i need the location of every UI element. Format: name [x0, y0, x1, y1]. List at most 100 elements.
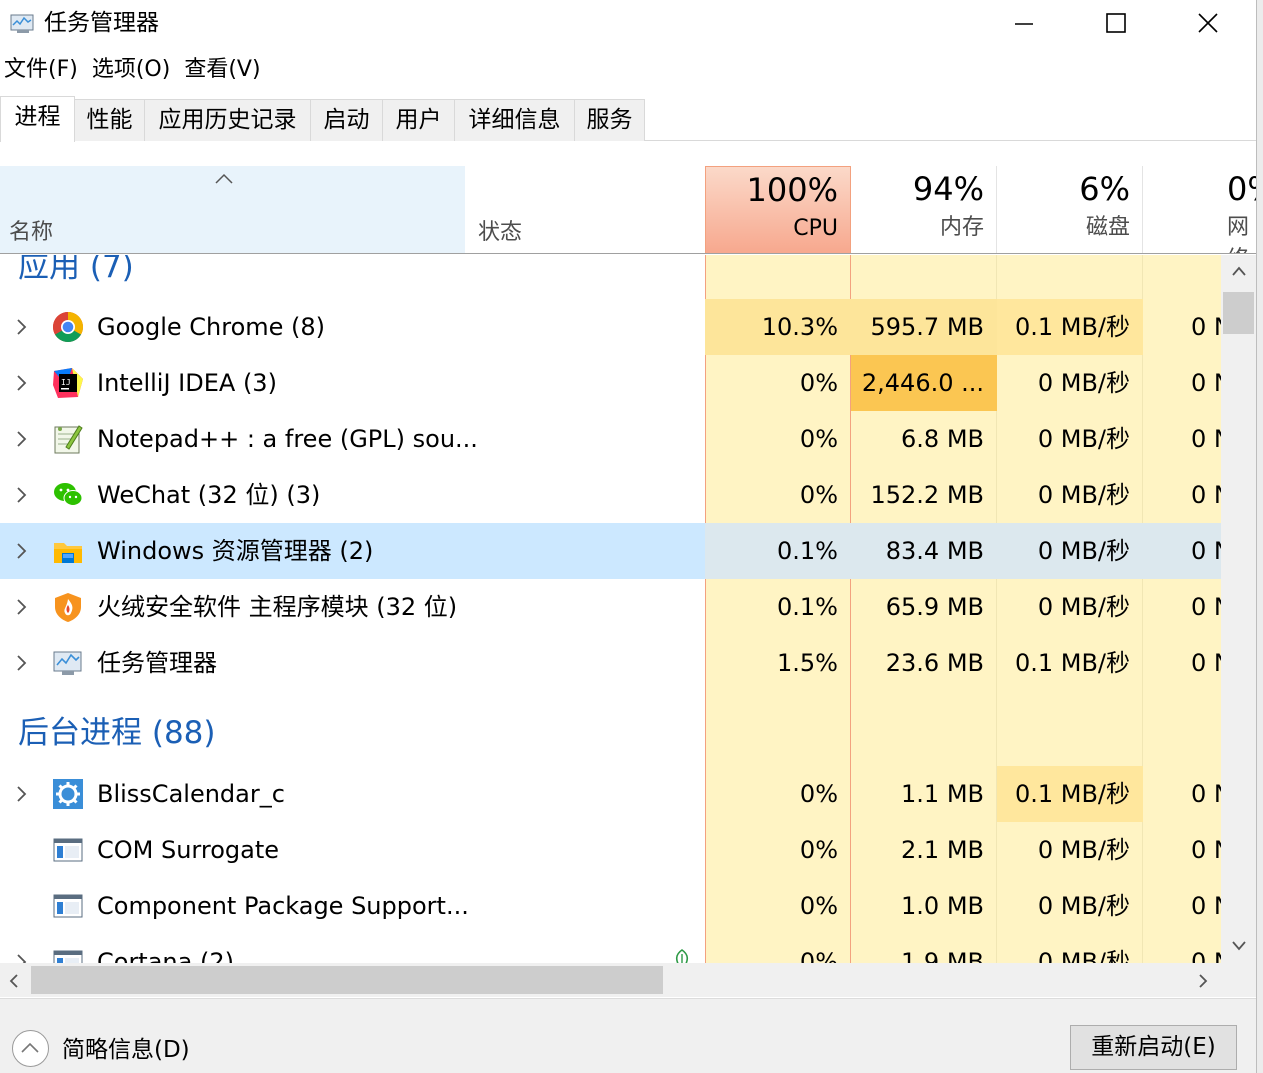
- process-name: 火绒安全软件 主程序模块 (32 位): [97, 593, 458, 621]
- memory-value: 23.6 MB: [885, 649, 984, 677]
- disk-label: 磁盘: [1085, 215, 1130, 240]
- memory-value: 2.1 MB: [901, 836, 984, 864]
- chevron-right-icon[interactable]: [12, 315, 32, 339]
- cpu-value: 0%: [799, 892, 838, 920]
- restart-button[interactable]: 重新启动(E): [1070, 1025, 1237, 1070]
- tab-app-history[interactable]: 应用历史记录: [144, 99, 311, 141]
- title-bar: 任务管理器: [0, 0, 1256, 46]
- tab-startup[interactable]: 启动: [310, 99, 383, 141]
- scroll-right-icon[interactable]: [1195, 972, 1211, 994]
- disk-value: 0 MB/秒: [1037, 481, 1130, 509]
- chevron-right-icon[interactable]: [12, 539, 32, 563]
- process-row-selected[interactable]: Windows 资源管理器 (2) 0.1% 83.4 MB 0 MB/秒 0 …: [0, 523, 1221, 579]
- vertical-scrollbar[interactable]: [1221, 255, 1256, 964]
- cpu-value: 0%: [799, 369, 838, 397]
- network-value: 0 N: [1191, 537, 1221, 565]
- sort-ascending-icon: [212, 170, 236, 190]
- chevron-right-icon[interactable]: [12, 483, 32, 507]
- disk-value: 0 MB/秒: [1037, 836, 1130, 864]
- chevron-right-icon[interactable]: [12, 651, 32, 675]
- close-button[interactable]: [1162, 0, 1254, 46]
- network-value: 0 N: [1191, 593, 1221, 621]
- chevron-right-icon[interactable]: [12, 427, 32, 451]
- tab-details[interactable]: 详细信息: [454, 99, 575, 141]
- horizontal-scrollbar[interactable]: [0, 963, 1221, 997]
- column-memory[interactable]: 94% 内存: [851, 166, 997, 253]
- task-manager-icon: [52, 647, 84, 679]
- window-edge: [1256, 0, 1263, 1073]
- scrollbar-corner: [1221, 963, 1256, 997]
- memory-value: 595.7 MB: [851, 299, 997, 355]
- gear-icon: [52, 778, 84, 810]
- process-row[interactable]: 任务管理器 1.5% 23.6 MB 0.1 MB/秒 0 N: [0, 635, 1221, 691]
- tab-processes[interactable]: 进程: [0, 96, 75, 142]
- column-name-label: 名称: [9, 220, 54, 245]
- tab-performance[interactable]: 性能: [74, 99, 145, 141]
- menu-options[interactable]: 选项(O): [88, 52, 176, 88]
- task-manager-icon: [10, 12, 38, 34]
- menu-view[interactable]: 查看(V): [180, 52, 266, 88]
- maximize-button[interactable]: [1070, 0, 1162, 46]
- memory-value: 83.4 MB: [885, 537, 984, 565]
- window-icon: [52, 890, 84, 922]
- cpu-value: 0%: [799, 780, 838, 808]
- memory-total: 94%: [912, 170, 984, 208]
- folder-icon: [52, 535, 84, 567]
- chevron-right-icon[interactable]: [12, 371, 32, 395]
- chevron-up-icon[interactable]: [12, 1030, 49, 1067]
- network-value: 0 N: [1191, 836, 1221, 864]
- process-name: Cortana (2): [97, 948, 234, 963]
- minimize-button[interactable]: [978, 0, 1070, 46]
- horizontal-scroll-thumb[interactable]: [31, 966, 663, 994]
- scroll-left-icon[interactable]: [6, 972, 22, 994]
- tab-services[interactable]: 服务: [574, 99, 645, 141]
- process-row[interactable]: Cortana (2) 0% 1.9 MB 0 MB/秒 0 N: [0, 934, 1221, 963]
- column-disk[interactable]: 6% 磁盘: [997, 166, 1143, 253]
- window-icon: [52, 946, 84, 963]
- chevron-right-icon[interactable]: [12, 782, 32, 806]
- memory-value: 152.2 MB: [870, 481, 984, 509]
- process-row[interactable]: Notepad++ : a free (GPL) sou... 0% 6.8 M…: [0, 411, 1221, 467]
- disk-value: 0 MB/秒: [1037, 425, 1130, 453]
- process-name: 任务管理器: [97, 649, 217, 677]
- scroll-up-icon[interactable]: [1229, 263, 1249, 283]
- process-name: Windows 资源管理器 (2): [97, 537, 374, 565]
- column-name[interactable]: 名称: [0, 166, 465, 253]
- process-name: Google Chrome (8): [97, 313, 326, 341]
- network-value: 0 N: [1191, 780, 1221, 808]
- memory-value: 1.1 MB: [901, 780, 984, 808]
- process-row[interactable]: Google Chrome (8) 10.3% 595.7 MB 0.1 MB/…: [0, 299, 1221, 355]
- process-name: BlissCalendar_c: [97, 780, 285, 808]
- process-row[interactable]: 火绒安全软件 主程序模块 (32 位) 0.1% 65.9 MB 0 MB/秒 …: [0, 579, 1221, 635]
- network-value: 0 N: [1191, 948, 1221, 963]
- fewer-details-link[interactable]: 简略信息(D): [62, 1033, 190, 1067]
- chevron-right-icon[interactable]: [12, 950, 32, 963]
- group-apps-title: 应用 (7): [18, 255, 134, 285]
- column-network[interactable]: 0% 网络: [1143, 166, 1256, 253]
- menu-file[interactable]: 文件(F): [0, 52, 84, 88]
- disk-value: 0.1 MB/秒: [997, 766, 1143, 822]
- cpu-value: 0%: [799, 836, 838, 864]
- process-row[interactable]: WeChat (32 位) (3) 0% 152.2 MB 0 MB/秒 0 N: [0, 467, 1221, 523]
- column-status[interactable]: 状态: [478, 214, 522, 246]
- process-row[interactable]: IJ IntelliJ IDEA (3) 0% 2,446.0 ... 0 MB…: [0, 355, 1221, 411]
- process-row[interactable]: COM Surrogate 0% 2.1 MB 0 MB/秒 0 N: [0, 822, 1221, 878]
- memory-value: 65.9 MB: [885, 593, 984, 621]
- memory-value: 6.8 MB: [901, 425, 984, 453]
- process-name: Component Package Support...: [97, 892, 469, 920]
- cpu-value: 1.5%: [777, 649, 838, 677]
- process-name: COM Surrogate: [97, 836, 280, 864]
- tab-users[interactable]: 用户: [382, 99, 455, 141]
- process-row[interactable]: BlissCalendar_c 0% 1.1 MB 0.1 MB/秒 0 N: [0, 766, 1221, 822]
- network-label: 网络: [1227, 215, 1250, 253]
- scroll-down-icon[interactable]: [1229, 938, 1249, 958]
- process-name: IntelliJ IDEA (3): [97, 369, 277, 397]
- huorong-icon: [52, 591, 84, 623]
- process-row[interactable]: Component Package Support... 0% 1.0 MB 0…: [0, 878, 1221, 934]
- memory-label: 内存: [939, 215, 984, 240]
- vertical-scroll-thumb[interactable]: [1223, 292, 1254, 334]
- chevron-right-icon[interactable]: [12, 595, 32, 619]
- disk-total: 6%: [1079, 170, 1130, 208]
- column-cpu[interactable]: 100% CPU: [705, 166, 851, 253]
- column-header: 名称 状态 100% CPU 94% 内存 6% 磁盘 0% 网络: [0, 166, 1256, 254]
